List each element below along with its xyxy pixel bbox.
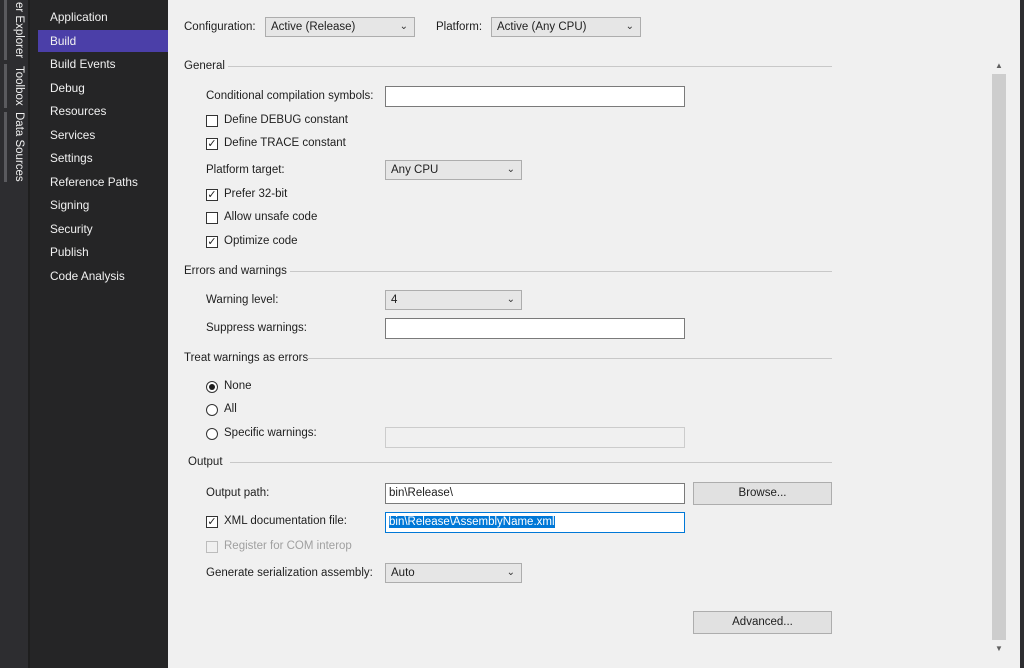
define-trace-checkbox[interactable]: ✓ (206, 138, 218, 150)
suppress-warnings-input[interactable] (385, 318, 685, 339)
nav-item-debug[interactable]: Debug (38, 77, 166, 99)
cond-symbols-label: Conditional compilation symbols: (206, 90, 374, 102)
none-radio[interactable] (206, 381, 218, 393)
output-path-label: Output path: (206, 487, 270, 499)
allow-unsafe-label: Allow unsafe code (224, 211, 318, 223)
chevron-down-icon: ⌄ (506, 164, 515, 175)
nav-item-signing[interactable]: Signing (38, 194, 166, 216)
serialization-label: Generate serialization assembly: (206, 567, 373, 579)
platform-label: Platform: (436, 21, 483, 33)
suppress-warnings-label: Suppress warnings: (206, 322, 307, 334)
warning-level-label: Warning level: (206, 294, 279, 306)
scroll-up-icon[interactable]: ▲ (991, 59, 1007, 73)
platform-dropdown[interactable]: Active (Any CPU) ⌄ (491, 17, 641, 37)
specific-warnings-input[interactable] (385, 427, 685, 448)
configuration-value: Active (Release) (271, 21, 356, 33)
serialization-dropdown[interactable]: Auto ⌄ (385, 563, 522, 583)
section-divider (230, 462, 832, 463)
xml-doc-label: XML documentation file: (224, 515, 347, 527)
prefer-32bit-checkbox[interactable]: ✓ (206, 189, 218, 201)
nav-item-application[interactable]: Application (38, 6, 166, 28)
nav-item-build[interactable]: Build (38, 30, 176, 52)
chevron-down-icon: ⌄ (506, 567, 515, 578)
define-debug-checkbox[interactable] (206, 115, 218, 127)
xml-doc-input[interactable]: bin\Release\AssemblyName.xml (385, 512, 685, 533)
tab-label: Toolbox (13, 66, 25, 106)
window-edge (1020, 0, 1024, 668)
chevron-down-icon: ⌄ (399, 21, 408, 32)
section-general-title: General (184, 60, 225, 72)
tab-label: Data Sources (13, 112, 25, 182)
project-properties-nav: Application Build Build Events Debug Res… (30, 0, 176, 668)
advanced-button[interactable]: Advanced... (693, 611, 832, 634)
chevron-down-icon: ⌄ (506, 294, 515, 305)
vertical-scrollbar[interactable]: ▲ ▼ (991, 58, 1007, 658)
platform-target-label: Platform target: (206, 164, 285, 176)
platform-target-value: Any CPU (391, 164, 439, 176)
xml-doc-checkbox[interactable]: ✓ (206, 516, 218, 528)
output-path-input[interactable]: bin\Release\ (385, 483, 685, 504)
warning-level-dropdown[interactable]: 4 ⌄ (385, 290, 522, 310)
specific-warnings-label: Specific warnings: (224, 427, 317, 439)
specific-warnings-radio[interactable] (206, 428, 218, 440)
nav-item-publish[interactable]: Publish (38, 241, 166, 263)
warning-level-value: 4 (391, 294, 398, 306)
define-trace-label: Define TRACE constant (224, 137, 346, 149)
scroll-down-icon[interactable]: ▼ (991, 642, 1007, 656)
cond-symbols-input[interactable] (385, 86, 685, 107)
register-com-checkbox[interactable] (206, 541, 218, 553)
section-treat-title: Treat warnings as errors (184, 352, 309, 364)
prefer-32bit-label: Prefer 32-bit (224, 188, 288, 200)
tab-server-explorer[interactable]: er Explorer (0, 0, 28, 60)
tab-data-sources[interactable]: Data Sources (0, 112, 28, 182)
scrollbar-thumb[interactable] (992, 74, 1006, 640)
section-output-title: Output (188, 456, 223, 468)
allow-unsafe-checkbox[interactable] (206, 212, 218, 224)
nav-item-security[interactable]: Security (38, 218, 166, 240)
optimize-code-checkbox[interactable]: ✓ (206, 236, 218, 248)
chevron-down-icon: ⌄ (625, 21, 634, 32)
none-label: None (224, 380, 252, 392)
all-label: All (224, 403, 237, 415)
section-divider (228, 66, 832, 67)
xml-doc-value: bin\Release\AssemblyName.xml (389, 516, 555, 528)
nav-item-settings[interactable]: Settings (38, 147, 166, 169)
nav-item-services[interactable]: Services (38, 124, 166, 146)
nav-item-build-events[interactable]: Build Events (38, 53, 166, 75)
nav-item-resources[interactable]: Resources (38, 100, 166, 122)
serialization-value: Auto (391, 567, 415, 579)
platform-target-dropdown[interactable]: Any CPU ⌄ (385, 160, 522, 180)
platform-value: Active (Any CPU) (497, 21, 587, 33)
side-tool-tabs: er Explorer Toolbox Data Sources (0, 0, 28, 668)
browse-button[interactable]: Browse... (693, 482, 832, 505)
section-divider (307, 358, 832, 359)
all-radio[interactable] (206, 404, 218, 416)
define-debug-label: Define DEBUG constant (224, 114, 349, 126)
nav-item-reference-paths[interactable]: Reference Paths (38, 171, 166, 193)
optimize-code-label: Optimize code (224, 235, 298, 247)
configuration-label: Configuration: (184, 21, 256, 33)
configuration-dropdown[interactable]: Active (Release) ⌄ (265, 17, 415, 37)
section-errors-title: Errors and warnings (184, 265, 287, 277)
tab-label: er Explorer (13, 1, 25, 59)
section-divider (290, 271, 832, 272)
tab-toolbox[interactable]: Toolbox (0, 64, 28, 108)
register-com-label: Register for COM interop (224, 540, 352, 552)
nav-item-code-analysis[interactable]: Code Analysis (38, 265, 166, 287)
